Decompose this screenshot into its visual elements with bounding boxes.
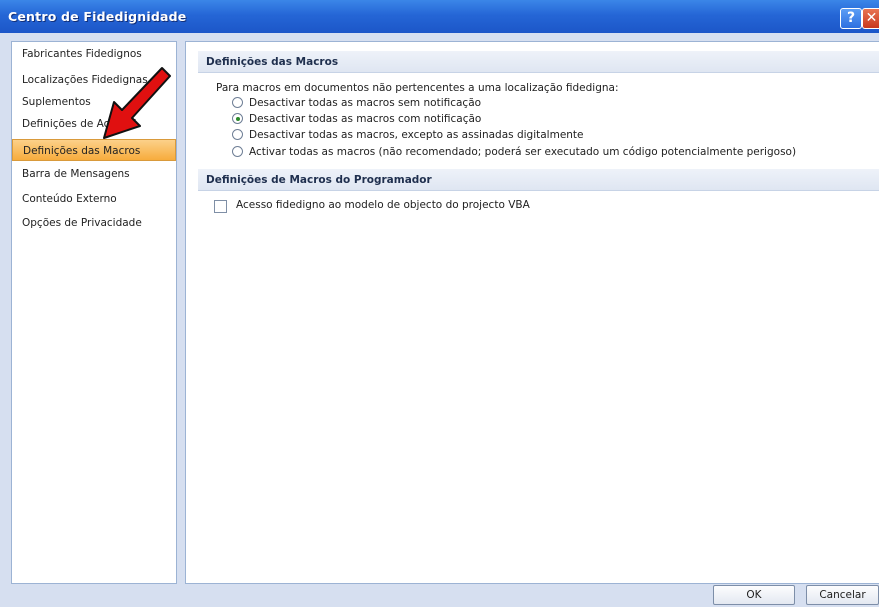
ok-button[interactable]: OK <box>713 585 795 605</box>
cancel-button[interactable]: Cancelar <box>806 585 879 605</box>
radio-button-selected[interactable] <box>232 113 243 124</box>
window-title: Centro de Fidedignidade <box>8 9 187 24</box>
vba-access-checkbox[interactable] <box>214 200 227 213</box>
macro-settings-panel: Definições das Macros Para macros em doc… <box>185 41 879 584</box>
help-button[interactable]: ? <box>840 8 862 29</box>
radio-button[interactable] <box>232 146 243 157</box>
radio-label: Activar todas as macros (não recomendado… <box>249 146 797 158</box>
trust-center-dialog: Centro de Fidedignidade ? ✕ Fabricantes … <box>0 0 879 607</box>
vba-access-label: Acesso fidedigno ao modelo de objecto do… <box>236 199 530 211</box>
help-icon: ? <box>846 10 856 26</box>
close-button[interactable]: ✕ <box>862 8 879 29</box>
macro-settings-header: Definições das Macros <box>198 51 879 73</box>
sidebar-item-message-bar[interactable]: Barra de Mensagens <box>12 163 176 185</box>
annotation-arrow <box>103 67 171 139</box>
radio-label: Desactivar todas as macros com notificaç… <box>249 113 482 125</box>
close-icon: ✕ <box>865 10 878 26</box>
sidebar-item-macro-settings[interactable]: Definições das Macros <box>12 139 176 161</box>
sidebar-item-privacy-options[interactable]: Opções de Privacidade <box>12 212 176 234</box>
radio-button[interactable] <box>232 129 243 140</box>
radio-label: Desactivar todas as macros sem notificaç… <box>249 97 482 109</box>
radio-label: Desactivar todas as macros, excepto as a… <box>249 129 584 141</box>
radio-button[interactable] <box>232 97 243 108</box>
sidebar-item-external-content[interactable]: Conteúdo Externo <box>12 188 176 210</box>
developer-macro-settings-header: Definições de Macros do Programador <box>198 169 879 191</box>
title-bar[interactable]: Centro de Fidedignidade ? ✕ <box>0 0 879 33</box>
macro-settings-intro: Para macros em documentos não pertencent… <box>216 82 619 94</box>
